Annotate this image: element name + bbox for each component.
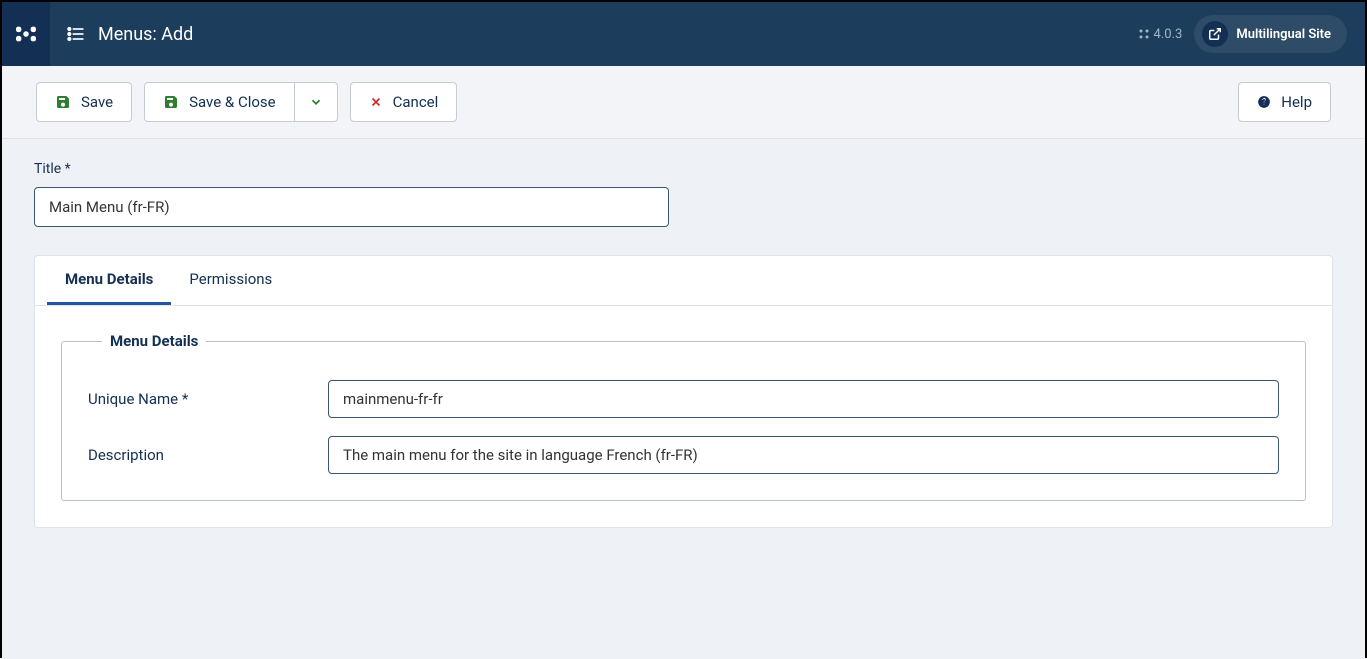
version-text: 4.0.3 xyxy=(1154,27,1183,42)
page-title: Menus: Add xyxy=(98,24,193,45)
tabs: Menu Details Permissions xyxy=(35,256,1332,306)
site-link-button[interactable]: Multilingual Site xyxy=(1194,15,1347,53)
cancel-label: Cancel xyxy=(393,93,439,111)
save-close-group: Save & Close xyxy=(144,82,338,122)
header-title-area: Menus: Add xyxy=(50,24,1138,45)
chevron-down-icon xyxy=(309,95,323,109)
header-right: 4.0.3 Multilingual Site xyxy=(1138,15,1365,53)
joomla-small-icon xyxy=(1138,28,1150,40)
form-row-description: Description xyxy=(88,436,1279,474)
joomla-icon xyxy=(15,23,37,45)
save-button[interactable]: Save xyxy=(36,82,132,122)
tab-menu-details[interactable]: Menu Details xyxy=(47,256,171,305)
help-label: Help xyxy=(1281,93,1312,111)
fieldset-legend: Menu Details xyxy=(102,332,206,350)
save-close-label: Save & Close xyxy=(189,93,276,111)
save-close-dropdown[interactable] xyxy=(295,82,338,122)
save-icon xyxy=(163,94,179,110)
tab-permissions[interactable]: Permissions xyxy=(171,256,290,305)
description-input[interactable] xyxy=(328,436,1279,474)
save-button-label: Save xyxy=(81,93,113,111)
close-icon xyxy=(369,95,383,109)
save-icon xyxy=(55,94,71,110)
external-link-icon xyxy=(1202,21,1228,47)
site-name-label: Multilingual Site xyxy=(1236,27,1331,42)
unique-name-label: Unique Name * xyxy=(88,390,328,408)
form-row-unique-name: Unique Name * xyxy=(88,380,1279,418)
toolbar: Save Save & Close Cancel Help xyxy=(2,66,1365,139)
version-label: 4.0.3 xyxy=(1138,27,1183,42)
help-button[interactable]: Help xyxy=(1238,82,1331,122)
header: Menus: Add 4.0.3 Multilingual Site xyxy=(2,2,1365,66)
content-area: Title * Menu Details Permissions Menu De… xyxy=(2,139,1365,659)
list-icon xyxy=(66,24,86,44)
title-input[interactable] xyxy=(34,187,669,227)
cancel-button[interactable]: Cancel xyxy=(350,82,458,122)
title-field-label: Title * xyxy=(34,161,1333,177)
menu-details-fieldset: Menu Details Unique Name * Description xyxy=(61,332,1306,501)
tab-body: Menu Details Unique Name * Description xyxy=(35,306,1332,527)
question-icon xyxy=(1257,95,1271,109)
description-label: Description xyxy=(88,446,328,464)
save-close-button[interactable]: Save & Close xyxy=(144,82,295,122)
joomla-logo[interactable] xyxy=(2,2,50,66)
tabs-panel: Menu Details Permissions Menu Details Un… xyxy=(34,255,1333,528)
unique-name-input[interactable] xyxy=(328,380,1279,418)
